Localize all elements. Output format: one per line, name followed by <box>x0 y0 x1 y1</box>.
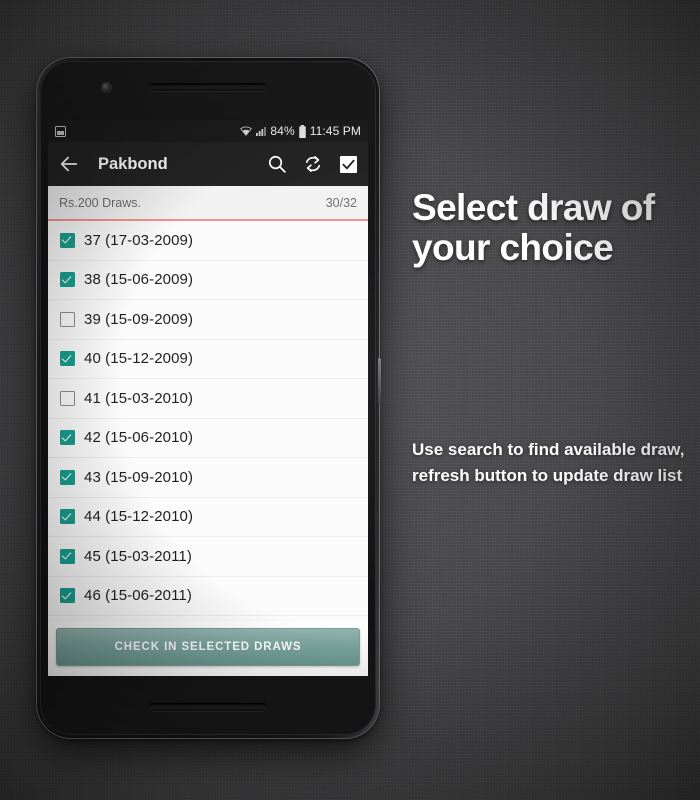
select-all-checkbox-icon[interactable] <box>340 155 357 173</box>
draw-list-item[interactable]: 44 (15-12-2010) <box>48 497 368 537</box>
draw-item-label: 37 (17-03-2009) <box>84 231 194 249</box>
search-icon[interactable] <box>266 153 288 175</box>
draw-checkbox-unchecked-icon[interactable] <box>60 311 75 327</box>
draw-item-label: 44 (15-12-2010) <box>84 508 194 526</box>
list-header-count: 30/32 <box>325 195 357 210</box>
draw-checkbox-checked-icon[interactable] <box>60 469 75 485</box>
earpiece-speaker <box>149 83 267 91</box>
promo-headline: Select draw of your choice <box>412 187 655 268</box>
screenshot-notification-icon <box>55 125 66 137</box>
status-bar-notifications <box>55 125 240 137</box>
draw-checkbox-checked-icon[interactable] <box>60 232 75 248</box>
draw-item-label: 46 (15-06-2011) <box>84 587 192 605</box>
draw-list-item[interactable]: 37 (17-03-2009) <box>48 221 368 261</box>
clock-label: 11:45 PM <box>309 124 361 138</box>
draw-checkbox-checked-icon[interactable] <box>60 351 75 367</box>
draw-checkbox-unchecked-icon[interactable] <box>60 390 75 406</box>
battery-icon <box>298 124 306 138</box>
footer-button-area: CHECK IN SELECTED DRAWS <box>48 621 368 676</box>
draw-item-label: 43 (15-09-2010) <box>84 468 194 486</box>
draw-checkbox-checked-icon[interactable] <box>60 272 75 288</box>
draw-checkbox-checked-icon[interactable] <box>60 509 75 525</box>
draw-checkbox-checked-icon[interactable] <box>60 588 75 604</box>
draw-list-item[interactable]: 43 (15-09-2010) <box>48 458 368 498</box>
refresh-icon[interactable] <box>302 153 324 175</box>
draw-checkbox-checked-icon[interactable] <box>60 430 75 446</box>
draw-item-label: 45 (15-03-2011) <box>84 547 192 565</box>
front-camera-icon <box>102 83 111 92</box>
draw-list-item[interactable]: 41 (15-03-2010) <box>48 379 368 419</box>
power-button[interactable] <box>378 358 381 404</box>
battery-percent-label: 84% <box>270 124 295 138</box>
status-bar: 84% 11:45 PM <box>48 120 368 142</box>
check-in-selected-draws-button[interactable]: CHECK IN SELECTED DRAWS <box>56 628 360 666</box>
draw-list-item[interactable]: 42 (15-06-2010) <box>48 418 368 458</box>
draw-list-item[interactable]: 45 (15-03-2011) <box>48 537 368 577</box>
draw-item-label: 42 (15-06-2010) <box>84 429 194 447</box>
promo-subcopy: Use search to find available draw, refre… <box>412 440 685 485</box>
draw-list-item[interactable]: 38 (15-06-2009) <box>48 260 368 300</box>
draw-list[interactable]: 37 (17-03-2009) 38 (15-06-2009) 39 (15-09-… <box>48 221 368 621</box>
status-bar-indicators: 84% 11:45 PM <box>240 124 361 138</box>
phone-screen: 84% 11:45 PM Pakbond Rs.200 Draws. 30/32… <box>48 120 368 676</box>
draw-list-item[interactable]: 39 (15-09-2009) <box>48 300 368 340</box>
draw-list-item[interactable]: 40 (15-12-2009) <box>48 339 368 379</box>
select-all-check-glyph <box>342 159 355 169</box>
draw-item-label: 41 (15-03-2010) <box>84 389 194 407</box>
list-header: Rs.200 Draws. 30/32 <box>48 186 368 221</box>
draw-item-label: 39 (15-09-2009) <box>84 310 194 328</box>
wifi-icon <box>240 126 253 136</box>
signal-bars-icon <box>256 127 267 136</box>
draw-item-label: 40 (15-12-2009) <box>84 350 194 368</box>
bottom-speaker <box>149 703 267 711</box>
phone-device-frame: 84% 11:45 PM Pakbond Rs.200 Draws. 30/32… <box>37 58 381 738</box>
list-header-label: Rs.200 Draws. <box>59 195 141 210</box>
draw-list-item[interactable]: 46 (15-06-2011) <box>48 576 368 616</box>
app-bar-title: Pakbond <box>98 154 168 173</box>
draw-checkbox-checked-icon[interactable] <box>60 548 75 564</box>
app-bar: Pakbond <box>48 142 368 186</box>
draw-item-label: 38 (15-06-2009) <box>84 271 194 289</box>
back-arrow-icon[interactable] <box>58 153 80 175</box>
